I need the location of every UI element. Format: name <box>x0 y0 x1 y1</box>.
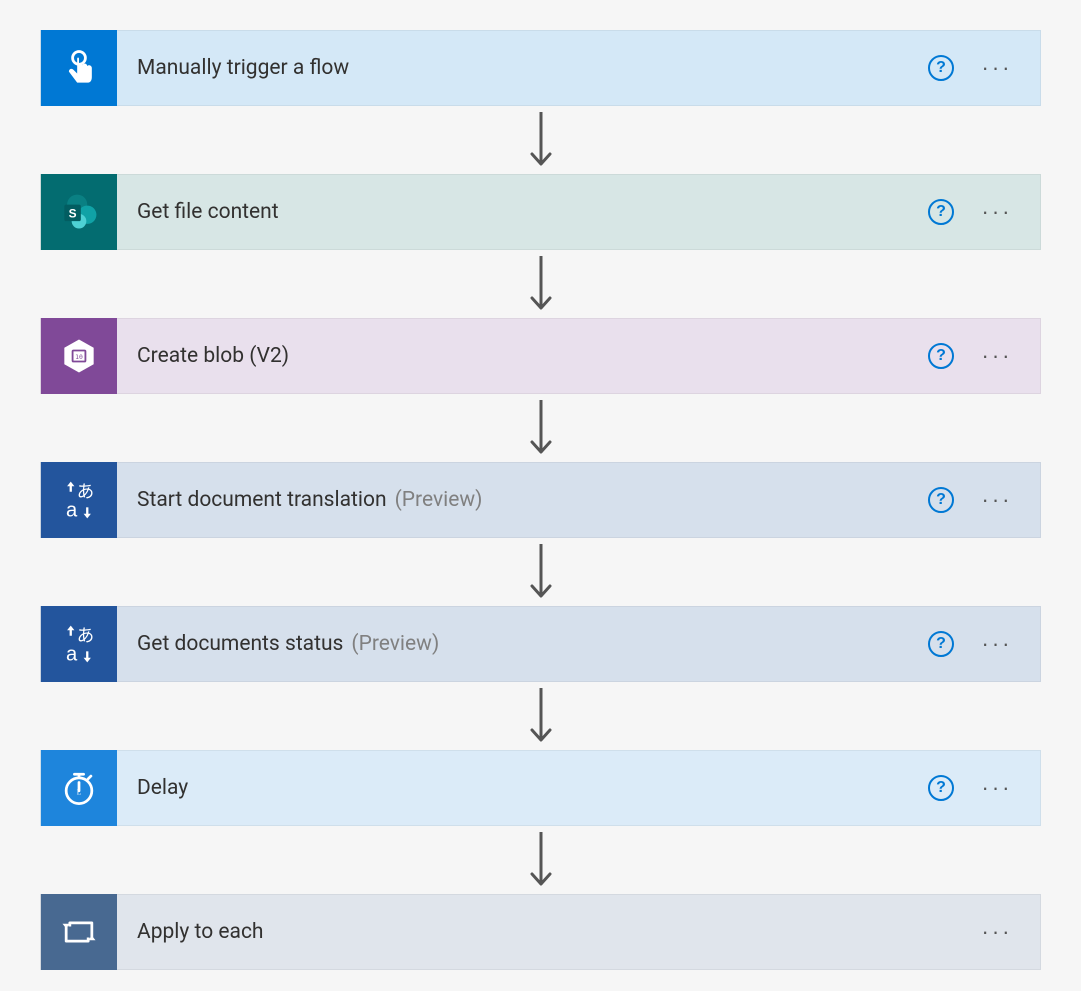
step-title-text: Start document translation <box>137 488 387 512</box>
step-actions: ? ··· <box>928 55 1040 81</box>
step-actions: ? ··· <box>928 631 1040 657</box>
svg-text:L: L <box>77 787 82 796</box>
step-title: Create blob (V2) <box>117 344 928 368</box>
step-title: Start document translation (Preview) <box>117 488 928 512</box>
connector-arrow-icon <box>40 538 1041 606</box>
step-title-suffix: (Preview) <box>351 632 439 656</box>
more-button[interactable]: ··· <box>980 55 1014 81</box>
step-title: Delay <box>117 776 928 800</box>
svg-text:a: a <box>66 500 78 522</box>
step-title: Get documents status (Preview) <box>117 632 928 656</box>
flow-step-blob[interactable]: 10 Create blob (V2)? ··· <box>40 318 1041 394</box>
flow-canvas: Manually trigger a flow? ··· S Get file c… <box>40 30 1041 970</box>
step-actions: ? ··· <box>928 199 1040 225</box>
timer-icon: L <box>41 750 117 826</box>
connector-arrow-icon <box>40 682 1041 750</box>
flow-step-foreach[interactable]: Apply to each ··· <box>40 894 1041 970</box>
step-title: Apply to each <box>117 920 980 944</box>
connector-arrow-icon <box>40 826 1041 894</box>
help-button[interactable]: ? <box>928 631 954 657</box>
translate-icon: あ a <box>41 606 117 682</box>
svg-text:a: a <box>66 644 78 666</box>
more-button[interactable]: ··· <box>980 487 1014 513</box>
svg-text:10: 10 <box>75 353 83 361</box>
step-title-text: Create blob (V2) <box>137 344 289 368</box>
more-button[interactable]: ··· <box>980 343 1014 369</box>
flow-step-start[interactable]: あ a Start document translation (Preview)?… <box>40 462 1041 538</box>
blob-icon: 10 <box>41 318 117 394</box>
connector-arrow-icon <box>40 250 1041 318</box>
connector-arrow-icon <box>40 394 1041 462</box>
sharepoint-icon: S <box>41 174 117 250</box>
flow-step-trigger[interactable]: Manually trigger a flow? ··· <box>40 30 1041 106</box>
step-actions: ··· <box>980 919 1040 945</box>
step-title-text: Get documents status <box>137 632 343 656</box>
step-title: Manually trigger a flow <box>117 56 928 80</box>
step-actions: ? ··· <box>928 487 1040 513</box>
loop-icon <box>41 894 117 970</box>
step-title-text: Delay <box>137 776 188 800</box>
more-button[interactable]: ··· <box>980 631 1014 657</box>
help-button[interactable]: ? <box>928 343 954 369</box>
step-title: Get file content <box>117 200 928 224</box>
svg-text:S: S <box>69 207 77 221</box>
flow-step-status[interactable]: あ a Get documents status (Preview)? ··· <box>40 606 1041 682</box>
step-actions: ? ··· <box>928 343 1040 369</box>
step-title-text: Manually trigger a flow <box>137 56 349 80</box>
more-button[interactable]: ··· <box>980 775 1014 801</box>
step-title-suffix: (Preview) <box>395 488 483 512</box>
step-actions: ? ··· <box>928 775 1040 801</box>
step-title-text: Apply to each <box>137 920 264 944</box>
svg-text:あ: あ <box>77 481 94 501</box>
translate-icon: あ a <box>41 462 117 538</box>
touch-icon <box>41 30 117 106</box>
flow-step-getfile[interactable]: S Get file content? ··· <box>40 174 1041 250</box>
flow-step-delay[interactable]: L Delay? ··· <box>40 750 1041 826</box>
help-button[interactable]: ? <box>928 487 954 513</box>
more-button[interactable]: ··· <box>980 199 1014 225</box>
more-button[interactable]: ··· <box>980 919 1014 945</box>
svg-text:あ: あ <box>77 625 94 645</box>
help-button[interactable]: ? <box>928 199 954 225</box>
help-button[interactable]: ? <box>928 775 954 801</box>
help-button[interactable]: ? <box>928 55 954 81</box>
connector-arrow-icon <box>40 106 1041 174</box>
step-title-text: Get file content <box>137 200 279 224</box>
